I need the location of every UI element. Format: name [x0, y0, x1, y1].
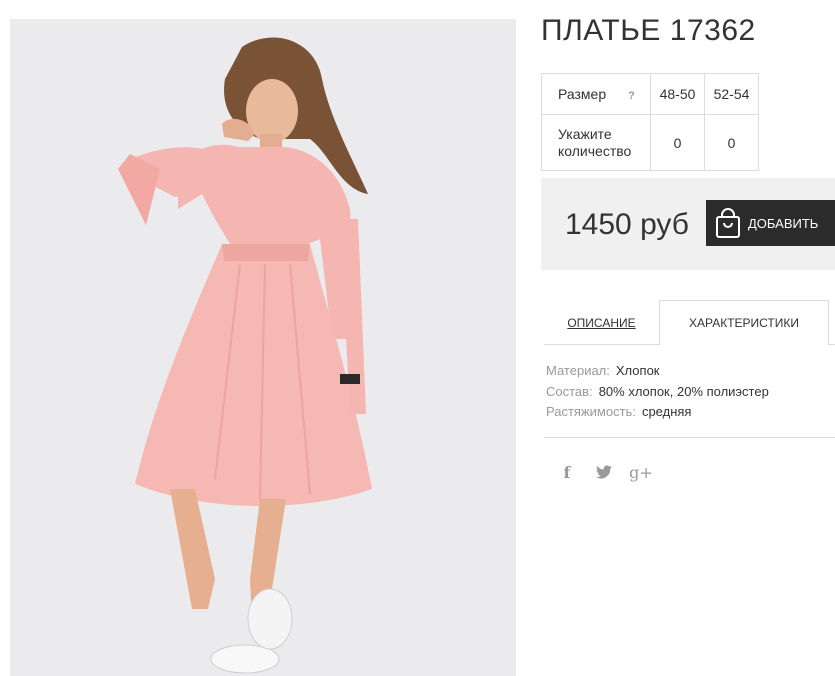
price: 1450 руб: [565, 208, 689, 241]
price-panel: 1450 руб ДОБАВИТЬ: [541, 178, 835, 270]
divider: [544, 437, 835, 438]
twitter-icon[interactable]: [592, 460, 616, 484]
tab-characteristics[interactable]: ХАРАКТЕРИСТИКИ: [659, 300, 829, 346]
social-share: f g+: [555, 460, 666, 484]
size-help-icon[interactable]: ?: [628, 90, 635, 102]
spec-value: средняя: [641, 404, 692, 419]
spec-key: Растяжимость:: [546, 404, 636, 419]
product-photo[interactable]: [10, 19, 516, 676]
spec-row: Растяжимость: средняя: [546, 404, 769, 425]
spec-value: Хлопок: [615, 363, 660, 378]
tab-characteristics-label: ХАРАКТЕРИСТИКИ: [688, 316, 799, 330]
product-title: ПЛАТЬЕ 17362: [541, 14, 756, 47]
specs-list: Материал: Хлопок Состав: 80% хлопок, 20% п…: [546, 363, 769, 425]
size-label-cell: Размер?: [541, 73, 651, 115]
size-quantity-table: Размер? 48-50 52-54 Укажите количество 0…: [541, 73, 759, 171]
spec-row: Материал: Хлопок: [546, 363, 769, 384]
add-to-cart-label: ДОБАВИТЬ: [748, 215, 819, 231]
size-label: Размер: [558, 86, 607, 102]
spec-key: Материал:: [546, 363, 610, 378]
quantity-label: Укажите количество: [541, 114, 651, 171]
add-to-cart-button[interactable]: ДОБАВИТЬ: [706, 200, 835, 246]
size-option-52-54: 52-54: [704, 73, 759, 115]
spec-row: Состав: 80% хлопок, 20% полиэстер: [546, 384, 769, 405]
quantity-input-48-50[interactable]: 0: [650, 114, 705, 171]
shopping-bag-icon: [716, 208, 740, 238]
quantity-input-52-54[interactable]: 0: [704, 114, 759, 171]
spec-key: Состав:: [546, 383, 593, 399]
tab-description[interactable]: ОПИСАНИЕ: [544, 300, 659, 345]
size-option-48-50: 48-50: [650, 73, 705, 115]
spec-value: 80% хлопок, 20% полиэстер: [598, 383, 769, 399]
google-plus-icon[interactable]: g+: [629, 460, 653, 484]
product-tabs: ОПИСАНИЕ ХАРАКТЕРИСТИКИ: [544, 300, 835, 346]
facebook-icon[interactable]: f: [555, 460, 579, 484]
tab-description-label: ОПИСАНИЕ: [567, 315, 636, 330]
